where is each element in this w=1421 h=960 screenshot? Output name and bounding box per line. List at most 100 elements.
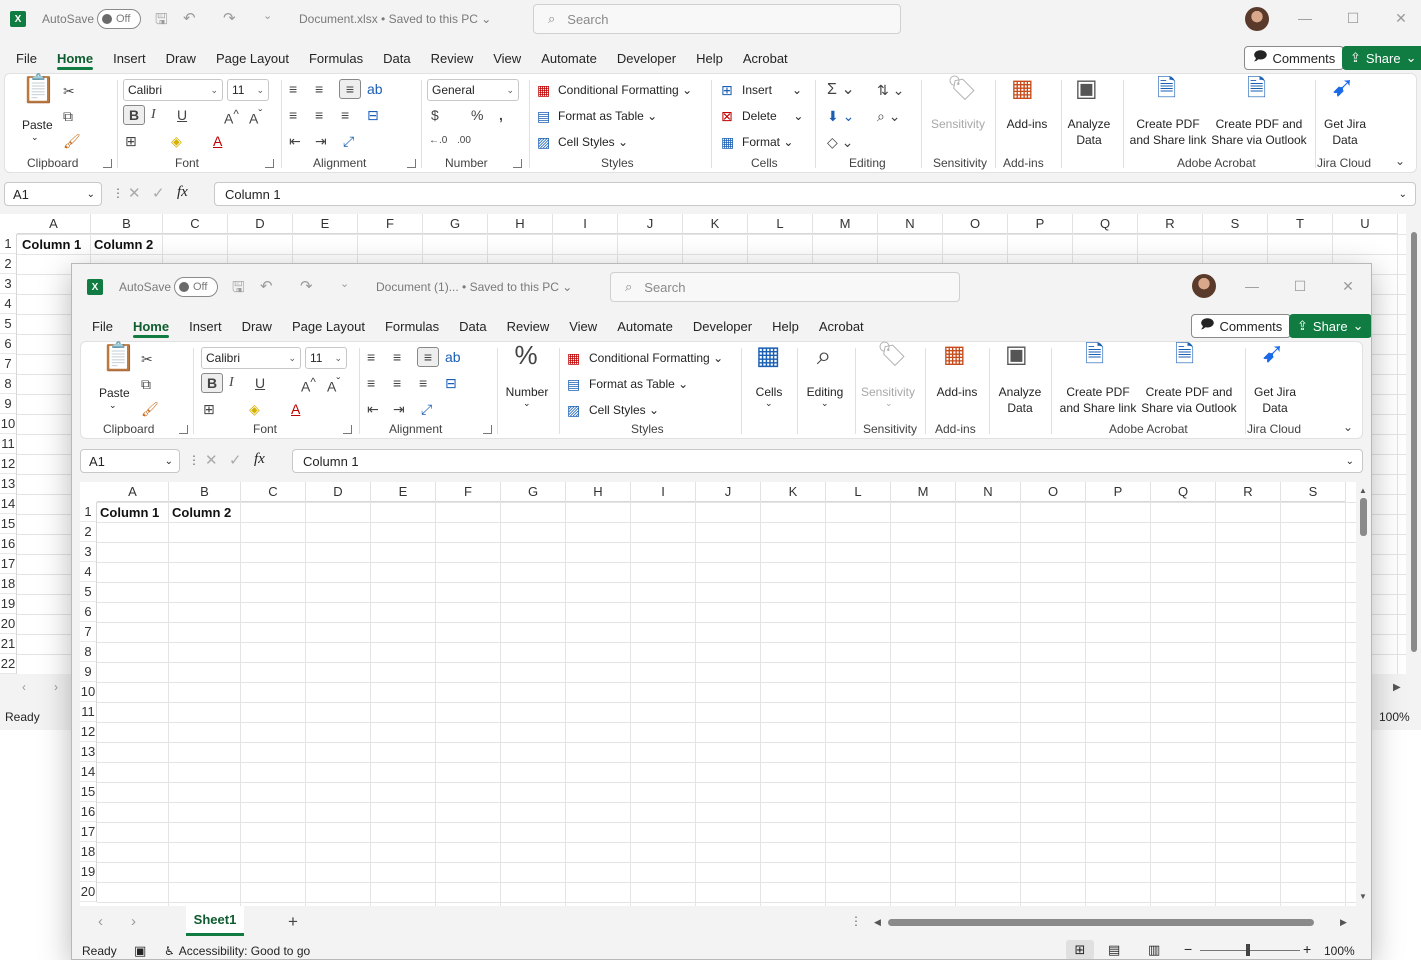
row-header[interactable]: 18 <box>0 574 16 594</box>
insert-function-icon[interactable]: fx <box>254 451 265 468</box>
tab-view[interactable]: View <box>483 44 531 72</box>
cell-a1[interactable]: Column 1 <box>100 505 159 520</box>
format-as-table-button[interactable]: Format as Table ⌄ <box>558 109 657 123</box>
hscroll-right-icon[interactable]: ▶ <box>1340 917 1347 928</box>
tab-help[interactable]: Help <box>762 312 809 340</box>
column-header[interactable]: C <box>241 482 306 502</box>
conditional-formatting-button[interactable]: Conditional Formatting ⌄ <box>558 83 692 97</box>
font-size-dropdown[interactable]: 11 ⌄ <box>227 79 269 101</box>
orientation-icon[interactable]: ⤢ <box>343 132 354 150</box>
column-header[interactable]: R <box>1138 214 1203 234</box>
column-header[interactable]: Q <box>1073 214 1138 234</box>
tab-data[interactable]: Data <box>373 44 420 72</box>
maximize-icon[interactable]: ☐ <box>1333 10 1373 27</box>
tab-automate[interactable]: Automate <box>607 312 683 340</box>
sheet-tab-sheet1[interactable]: Sheet1 <box>186 906 244 936</box>
comments-button[interactable]: 🗩 Comments <box>1191 314 1292 338</box>
font-name-dropdown[interactable]: Calibri ⌄ <box>123 79 223 101</box>
avatar[interactable] <box>1192 274 1216 298</box>
jira-icon[interactable]: ➹ <box>1331 73 1354 101</box>
orientation-icon[interactable]: ⤢ <box>421 400 432 418</box>
fill-color-icon[interactable]: ◈ <box>249 400 260 418</box>
enter-icon[interactable]: ✓ <box>229 451 242 469</box>
row-header[interactable]: 17 <box>80 822 96 842</box>
tab-insert[interactable]: Insert <box>103 44 156 72</box>
create-pdf-outlook-icon[interactable]: 🗎 <box>1175 343 1194 367</box>
column-header[interactable]: I <box>631 482 696 502</box>
row-header[interactable]: 16 <box>80 802 96 822</box>
formula-input[interactable]: Column 1 ⌄ <box>292 449 1363 473</box>
row-header[interactable]: 17 <box>0 554 16 574</box>
column-header[interactable]: P <box>1086 482 1151 502</box>
row-header[interactable]: 7 <box>0 354 16 374</box>
analyze-data-button[interactable]: Analyze Data <box>993 384 1047 416</box>
align-left-icon[interactable]: ≡ <box>289 106 297 124</box>
row-header[interactable]: 6 <box>0 334 16 354</box>
name-box[interactable]: A1 ⌄ <box>4 182 102 206</box>
increase-font-icon[interactable]: A^ <box>301 374 316 396</box>
autosum-icon[interactable]: Σ ⌄ <box>827 81 855 99</box>
row-header[interactable]: 10 <box>0 414 16 434</box>
tab-acrobat[interactable]: Acrobat <box>809 312 874 340</box>
cell-styles-icon[interactable]: ▨ <box>567 401 580 419</box>
paste-icon[interactable]: 📋 <box>21 75 56 103</box>
worksheet-grid[interactable]: ABCDEFGHIJKLMNOPQRS 1 2 3 4 5 6 7 8 9 10 11 12 13 14 1… <box>80 482 1356 906</box>
cell-styles-button[interactable]: Cell Styles ⌄ <box>558 135 628 149</box>
italic-icon[interactable]: I <box>151 106 156 124</box>
alignment-launcher-icon[interactable] <box>483 425 492 434</box>
currency-icon[interactable]: $ <box>431 106 439 124</box>
addins-button[interactable]: Add-ins <box>931 384 983 400</box>
decrease-font-icon[interactable]: Aˇ <box>327 374 340 396</box>
row-header[interactable]: 6 <box>80 602 96 622</box>
column-header[interactable]: L <box>748 214 813 234</box>
close-icon[interactable]: ✕ <box>1328 278 1368 295</box>
name-box[interactable]: A1 ⌄ <box>80 449 180 473</box>
font-launcher-icon[interactable] <box>343 425 352 434</box>
tab-page-layout[interactable]: Page Layout <box>282 312 375 340</box>
column-header[interactable]: J <box>696 482 761 502</box>
tab-view[interactable]: View <box>559 312 607 340</box>
create-pdf-outlook-icon[interactable]: 🗎 <box>1247 77 1266 101</box>
paste-button[interactable]: Paste <box>99 386 130 400</box>
tab-help[interactable]: Help <box>686 44 733 72</box>
vertical-scrollbar[interactable] <box>1406 214 1421 674</box>
column-header[interactable]: N <box>956 482 1021 502</box>
row-header[interactable]: 13 <box>0 474 16 494</box>
underline-icon[interactable]: U <box>177 106 187 124</box>
fill-icon[interactable]: ⬇ ⌄ <box>827 107 854 125</box>
number-dropdown-icon[interactable]: ⌄ <box>523 398 531 409</box>
column-header[interactable]: G <box>423 214 488 234</box>
delete-cells-icon[interactable]: ⊠ <box>721 107 733 125</box>
format-as-table-icon[interactable]: ▤ <box>537 107 550 125</box>
row-header[interactable]: 12 <box>0 454 16 474</box>
cut-icon[interactable]: ✂ <box>63 82 75 100</box>
zoom-level[interactable]: 100% <box>1324 944 1355 958</box>
create-pdf-icon[interactable]: 🗎 <box>1157 77 1176 101</box>
sheet-prev-icon[interactable]: ‹ <box>22 680 26 694</box>
align-middle-icon[interactable]: ≡ <box>393 348 401 366</box>
enter-icon[interactable]: ✓ <box>152 184 165 202</box>
align-top-icon[interactable]: ≡ <box>289 80 297 98</box>
row-header[interactable]: 1 <box>80 502 96 522</box>
row-header[interactable]: 20 <box>80 882 96 902</box>
conditional-formatting-icon[interactable]: ▦ <box>567 349 580 367</box>
share-button[interactable]: ⇪ Share ⌄ <box>1342 46 1421 70</box>
comments-button[interactable]: 🗩 Comments <box>1244 46 1345 70</box>
italic-icon[interactable]: I <box>229 374 234 392</box>
bold-icon[interactable]: B <box>201 373 223 393</box>
sort-filter-icon[interactable]: ⇅ ⌄ <box>877 81 904 99</box>
row-header[interactable]: 8 <box>0 374 16 394</box>
row-header[interactable]: 2 <box>0 254 16 274</box>
row-header[interactable]: 4 <box>0 294 16 314</box>
sheet-next-icon[interactable]: › <box>54 680 58 694</box>
column-header[interactable]: D <box>228 214 293 234</box>
font-name-dropdown[interactable]: Calibri ⌄ <box>201 347 301 369</box>
zoom-slider[interactable] <box>1200 944 1300 956</box>
paste-icon[interactable]: 📋 <box>101 343 136 371</box>
row-header[interactable]: 16 <box>0 534 16 554</box>
undo-icon[interactable]: ↶ <box>260 277 273 295</box>
borders-icon[interactable]: ⊞ <box>125 132 137 150</box>
zoom-level[interactable]: 100% <box>1379 710 1410 724</box>
column-header[interactable]: M <box>891 482 956 502</box>
column-header[interactable]: S <box>1281 482 1346 502</box>
